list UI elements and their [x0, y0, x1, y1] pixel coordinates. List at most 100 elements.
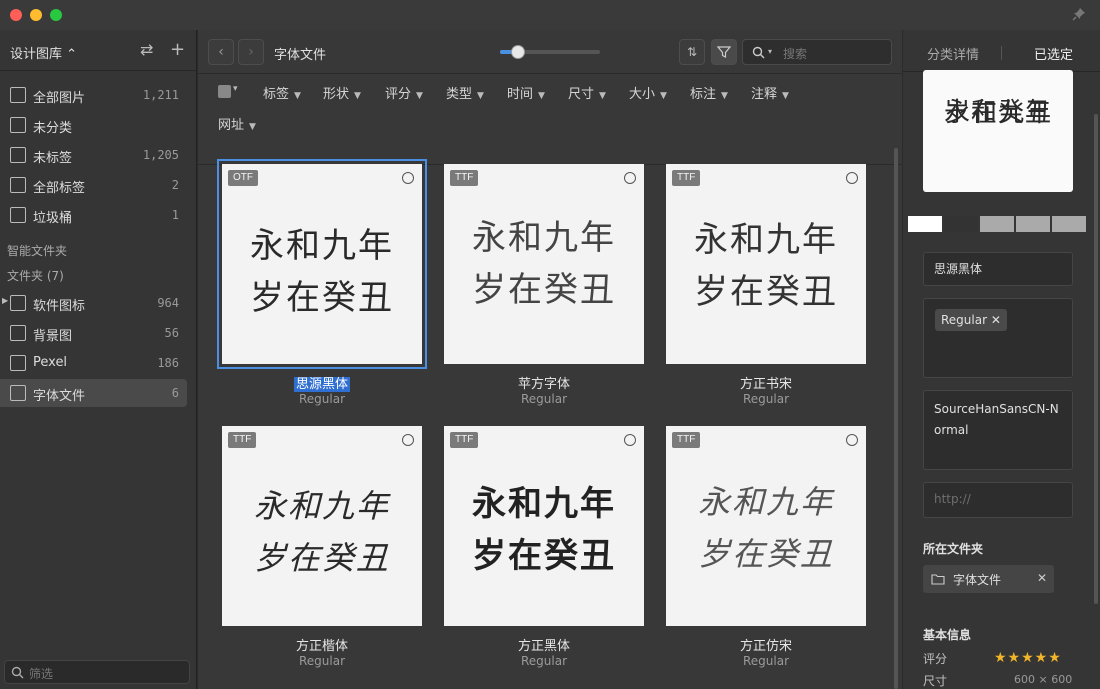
font-name[interactable]: 思源黑体: [222, 373, 422, 392]
sidebar-item-untagged[interactable]: 未标签 1,205: [0, 141, 187, 169]
sort-button[interactable]: ⇅: [679, 39, 705, 65]
select-checkbox[interactable]: [402, 172, 414, 184]
font-preview: 永和九年 岁在癸丑: [697, 483, 834, 573]
minimize-window-button[interactable]: [30, 9, 42, 21]
sidebar-item-uncategorized[interactable]: 未分类: [0, 111, 187, 139]
search-input[interactable]: ▾ 搜索: [742, 39, 892, 65]
palette-swatch[interactable]: [944, 216, 978, 232]
annotation-field[interactable]: SourceHanSansCN-Normal: [923, 390, 1073, 470]
close-window-button[interactable]: [10, 9, 22, 21]
sidebar-item-all-tags[interactable]: 全部标签 2: [0, 171, 187, 199]
select-checkbox[interactable]: [624, 172, 636, 184]
sidebar-folder-pexel[interactable]: Pexel 186: [0, 349, 187, 377]
rating-label: 评分: [923, 652, 948, 666]
file-type-badge: TTF: [672, 432, 701, 448]
font-name[interactable]: 方正仿宋: [666, 635, 866, 654]
url-placeholder: http://: [934, 492, 971, 506]
sidebar-item-trash[interactable]: 垃圾桶 1: [0, 201, 187, 229]
sidebar-item-count: 6: [171, 386, 179, 400]
font-style: Regular: [520, 392, 568, 406]
filter-file-size[interactable]: 大小 ▼: [629, 83, 667, 102]
filter-rating[interactable]: 评分 ▼: [385, 83, 423, 102]
search-icon: [11, 666, 24, 679]
font-preview: 永和九年 岁在癸丑: [472, 484, 616, 576]
sidebar-folder-font-files[interactable]: 字体文件 6: [0, 379, 187, 407]
sidebar: 设计图库 ⌃ ⇄ + 全部图片 1,211 未分类 未标签 1,205 全部标签…: [0, 30, 197, 689]
divider: [0, 70, 197, 71]
folder-icon: [10, 295, 26, 311]
inspector-panel: 分类详情 已选定 永和九年 岁在癸丑 思源黑体 Regular ✕ SourceH…: [903, 30, 1100, 689]
back-button[interactable]: ‹: [208, 39, 234, 65]
filter-notes[interactable]: 注释 ▼: [751, 83, 789, 102]
select-checkbox[interactable]: [846, 172, 858, 184]
font-card-3[interactable]: TTF 永和九年 岁在癸丑: [666, 164, 866, 364]
font-preview: 永和九年 岁在癸丑: [253, 487, 390, 577]
sidebar-filter-input[interactable]: 筛选: [4, 660, 190, 684]
disclosure-triangle-icon[interactable]: ▶: [2, 296, 8, 305]
archive-icon: [10, 87, 26, 103]
file-type-badge: OTF: [228, 170, 258, 186]
folders-heading[interactable]: 文件夹 (7): [7, 267, 64, 284]
filter-annotation[interactable]: 标注 ▼: [690, 83, 728, 102]
font-name[interactable]: 方正书宋: [666, 373, 866, 392]
grid-scrollbar[interactable]: [894, 148, 898, 689]
filter-tags[interactable]: 标签 ▼: [263, 83, 301, 102]
zoom-slider[interactable]: [500, 45, 600, 59]
filter-toggle-button[interactable]: [711, 39, 737, 65]
filter-url[interactable]: 网址 ▼: [218, 114, 256, 133]
tags-field[interactable]: Regular ✕: [923, 298, 1073, 378]
palette-swatch[interactable]: [908, 216, 942, 232]
folder-chip-label: 字体文件: [953, 573, 1002, 587]
zoom-window-button[interactable]: [50, 9, 62, 21]
url-field[interactable]: http://: [923, 482, 1073, 518]
rating-stars[interactable]: ★★★★★: [994, 650, 1062, 666]
palette-swatch[interactable]: [980, 216, 1014, 232]
tag-chip[interactable]: Regular ✕: [935, 309, 1007, 331]
font-card-2[interactable]: TTF 永和九年 岁在癸丑: [444, 164, 644, 364]
filter-type[interactable]: 类型 ▼: [446, 83, 484, 102]
remove-folder-icon[interactable]: ✕: [1037, 571, 1047, 585]
font-style: Regular: [742, 392, 790, 406]
font-card-4[interactable]: TTF 永和九年 岁在癸丑: [222, 426, 422, 626]
zoom-slider-knob[interactable]: [511, 45, 525, 59]
smart-folders-heading[interactable]: 智能文件夹: [7, 242, 67, 259]
search-options-chevron-icon[interactable]: ▾: [768, 47, 772, 56]
library-switcher[interactable]: 设计图库 ⌃: [10, 43, 77, 62]
sidebar-item-label: 全部标签: [33, 181, 86, 196]
file-type-badge: TTF: [450, 170, 479, 186]
pin-icon[interactable]: [1072, 7, 1086, 21]
name-field[interactable]: 思源黑体: [923, 252, 1073, 286]
filter-placeholder: 筛选: [29, 667, 54, 681]
sidebar-folder-backgrounds[interactable]: 背景图 56: [0, 319, 187, 347]
sidebar-item-all-images[interactable]: 全部图片 1,211: [0, 81, 187, 109]
palette-swatch[interactable]: [1016, 216, 1050, 232]
select-checkbox[interactable]: [846, 434, 858, 446]
font-name[interactable]: 方正黑体: [444, 635, 644, 654]
file-type-badge: TTF: [450, 432, 479, 448]
font-card-1[interactable]: OTF 永和九年 岁在癸丑: [217, 159, 427, 369]
sidebar-item-count: 1,211: [142, 88, 179, 102]
filter-dimensions[interactable]: 尺寸 ▼: [568, 83, 606, 102]
folder-chip[interactable]: 字体文件 ✕: [923, 565, 1054, 593]
select-checkbox[interactable]: [624, 434, 636, 446]
font-card-5[interactable]: TTF 永和九年 岁在癸丑: [444, 426, 644, 626]
swap-icon[interactable]: ⇄: [140, 42, 153, 58]
font-name[interactable]: 苹方字体: [444, 373, 644, 392]
filter-time[interactable]: 时间 ▼: [507, 83, 545, 102]
font-name[interactable]: 方正楷体: [222, 635, 422, 654]
forward-button[interactable]: ›: [238, 39, 264, 65]
color-filter-chevron-icon[interactable]: ▾: [233, 84, 238, 94]
select-checkbox[interactable]: [402, 434, 414, 446]
font-card-6[interactable]: TTF 永和九年 岁在癸丑: [666, 426, 866, 626]
sidebar-folder-software-icons[interactable]: ▶ 软件图标 964: [0, 289, 187, 317]
tab-folder-details[interactable]: 分类详情: [927, 44, 979, 63]
filter-shape[interactable]: 形状 ▼: [323, 83, 361, 102]
sidebar-item-count: 1,205: [142, 148, 179, 162]
sidebar-item-label: 背景图: [33, 329, 73, 344]
size-label: 尺寸: [923, 674, 948, 688]
palette-swatch[interactable]: [1052, 216, 1086, 232]
add-icon[interactable]: +: [170, 41, 185, 59]
tab-selected[interactable]: 已选定: [1034, 44, 1073, 63]
inspector-scrollbar[interactable]: [1094, 114, 1098, 604]
color-filter-swatch[interactable]: [218, 85, 231, 98]
